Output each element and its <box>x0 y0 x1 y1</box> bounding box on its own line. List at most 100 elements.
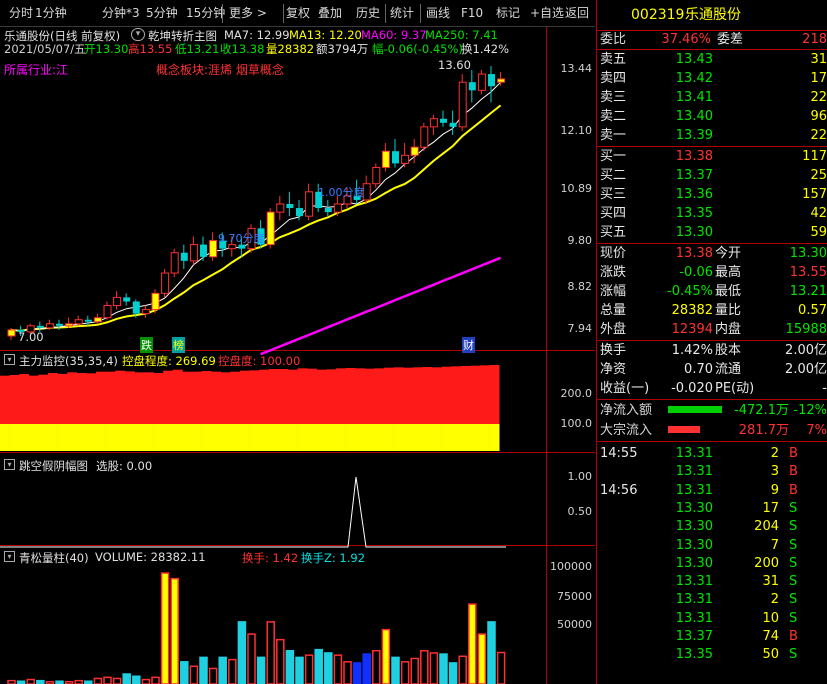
ctrl-bar-yellow <box>124 424 135 451</box>
candle-body <box>305 191 314 217</box>
ask-row[interactable]: 卖二 13.40 96 <box>597 107 827 126</box>
tb-back-button[interactable]: 返回 <box>565 4 589 23</box>
bid-row[interactable]: 买一 13.38 117 <box>597 147 827 166</box>
ask-row[interactable]: 卖一 13.39 22 <box>597 126 827 145</box>
bid-volume: 157 <box>802 187 827 202</box>
stat-label: 内盘 <box>715 322 742 337</box>
panel3-settings-icon[interactable]: ▾ <box>4 459 15 470</box>
bid-volume: 117 <box>802 149 827 164</box>
candle-body <box>276 203 285 213</box>
ctrl-bar-yellow <box>57 424 68 451</box>
ctrl-bar-yellow <box>364 424 375 451</box>
bid-row[interactable]: 买三 13.36 157 <box>597 185 827 204</box>
tick-volume: 74 <box>762 629 779 644</box>
tick-row[interactable]: 13.30 204 S <box>597 517 827 536</box>
tick-row[interactable]: 13.31 10 S <box>597 609 827 628</box>
tb-3min-button[interactable]: 分钟*3 <box>102 4 140 23</box>
marker-die[interactable]: 跌 <box>140 337 153 353</box>
tb-mark-button[interactable]: 标记 <box>496 4 520 23</box>
ask-row[interactable]: 卖三 13.41 22 <box>597 88 827 107</box>
tick-row[interactable]: 13.30 200 S <box>597 554 827 573</box>
candle-body <box>440 118 447 123</box>
tick-row[interactable]: 13.31 31 S <box>597 572 827 591</box>
candle-body <box>161 272 170 294</box>
ctrl-bar-red <box>105 371 116 424</box>
tb-overlay-button[interactable]: 叠加 <box>318 4 342 23</box>
ctrl-bar-yellow <box>326 424 337 451</box>
tb-15min-button[interactable]: 15分钟 <box>186 4 225 23</box>
stat-label: 现价 <box>600 246 627 261</box>
volume-bar <box>122 673 131 684</box>
stat-row[interactable]: 现价 13.38 今开 13.30 <box>597 244 827 263</box>
panel2-title[interactable]: 主力监控(35,35,4) <box>19 353 118 369</box>
tick-row[interactable]: 13.30 17 S <box>597 499 827 518</box>
ask-row[interactable]: 卖四 13.42 17 <box>597 69 827 88</box>
candle-body <box>401 154 410 164</box>
ask-volume: 96 <box>810 109 827 124</box>
tb-1min-button[interactable]: 1分钟 <box>35 4 67 23</box>
tick-row[interactable]: 13.31 2 S <box>597 590 827 609</box>
stat-value: -0.45% <box>667 284 713 299</box>
ctrl-bar-red <box>182 371 193 424</box>
tb-f10-button[interactable]: F10 <box>461 4 483 23</box>
ctrl-bar-red <box>220 372 231 424</box>
ctrl-bar-yellow <box>297 424 308 451</box>
candle-body <box>151 292 160 311</box>
tick-row[interactable]: 14:55 13.31 2 B <box>597 444 827 463</box>
bid-label: 买三 <box>600 187 627 202</box>
candle-body <box>7 329 16 337</box>
tick-row[interactable]: 13.31 3 B <box>597 462 827 481</box>
tb-more-button[interactable]: 更多 > <box>229 4 267 23</box>
stat-row[interactable]: 涨跌 -0.06 最高 13.55 <box>597 263 827 282</box>
panel4-settings-icon[interactable]: ▾ <box>4 551 15 562</box>
tick-row[interactable]: 13.37 74 B <box>597 627 827 646</box>
tick-volume: 2 <box>770 592 779 608</box>
net-inflow-value: -472.1万 <box>734 403 789 418</box>
marker-bang[interactable]: 榜 <box>172 337 185 353</box>
stat-row[interactable]: 收益(一) -0.020 PE(动) - <box>597 379 827 398</box>
stat-row[interactable]: 净资 0.70 流通 2.00亿 <box>597 360 827 379</box>
ctrl-bar-yellow <box>28 424 39 451</box>
bid-row[interactable]: 买五 13.30 59 <box>597 223 827 242</box>
panel4-turnover-z: 换手Z: 1.92 <box>301 551 366 565</box>
volume-bar <box>352 662 362 684</box>
tb-5min-button[interactable]: 5分钟 <box>146 4 178 23</box>
stat-row[interactable]: 总量 28382 量比 0.57 <box>597 301 827 320</box>
tb-minute-button[interactable]: 分时 <box>9 4 33 23</box>
stat-row[interactable]: 涨幅 -0.45% 最低 13.21 <box>597 282 827 301</box>
candle-body <box>449 122 457 127</box>
tb-watchlist-button[interactable]: +自选 <box>530 4 564 23</box>
ctrl-bar-yellow <box>268 424 279 451</box>
panel4-volume: VOLUME: 28382.11 <box>95 550 206 564</box>
ctrl-bar-yellow <box>105 424 116 451</box>
stat-value: 2.00亿 <box>785 343 827 358</box>
tb-draw-button[interactable]: 画线 <box>426 4 450 23</box>
ask-volume: 31 <box>810 52 827 67</box>
panel3-title[interactable]: 跳空假阴幅图 <box>19 458 88 474</box>
quote-panel: 002319 乐通股份 委比 37.46% 委差 218 卖五 13.43 31 卖四… <box>596 0 827 684</box>
ctrl-bar-red <box>480 365 490 424</box>
dropdown-icon[interactable]: ▾ <box>131 28 145 41</box>
tick-volume: 10 <box>762 610 779 626</box>
tick-price: 13.31 <box>675 446 713 461</box>
tick-row[interactable]: 14:56 13.31 9 B <box>597 481 827 500</box>
bar-open: 开13.30 <box>84 42 129 56</box>
tb-adjust-button[interactable]: 复权 <box>286 4 310 23</box>
panel3-axis-1: 1.00 <box>567 470 593 483</box>
panel4-title[interactable]: 青松量柱(40) <box>19 550 89 566</box>
tick-row[interactable]: 13.35 50 S <box>597 645 827 664</box>
tick-row[interactable]: 13.30 7 S <box>597 536 827 555</box>
bid-row[interactable]: 买二 13.37 25 <box>597 166 827 185</box>
tick-direction: B <box>789 629 798 644</box>
panel2-settings-icon[interactable]: ▾ <box>4 354 15 365</box>
bid-row[interactable]: 买四 13.35 42 <box>597 204 827 223</box>
tb-history-button[interactable]: 历史 <box>356 4 380 23</box>
marker-cai[interactable]: 财 <box>462 337 475 353</box>
stat-row[interactable]: 外盘 12394 内盘 15988 <box>597 320 827 339</box>
volume-bar <box>189 665 199 684</box>
ask-row[interactable]: 卖五 13.43 31 <box>597 50 827 69</box>
ask-volume: 17 <box>810 71 827 86</box>
ctrl-bar-yellow <box>249 424 260 451</box>
stat-row[interactable]: 换手 1.42% 股本 2.00亿 <box>597 341 827 360</box>
tb-stats-button[interactable]: 统计 <box>390 4 414 23</box>
